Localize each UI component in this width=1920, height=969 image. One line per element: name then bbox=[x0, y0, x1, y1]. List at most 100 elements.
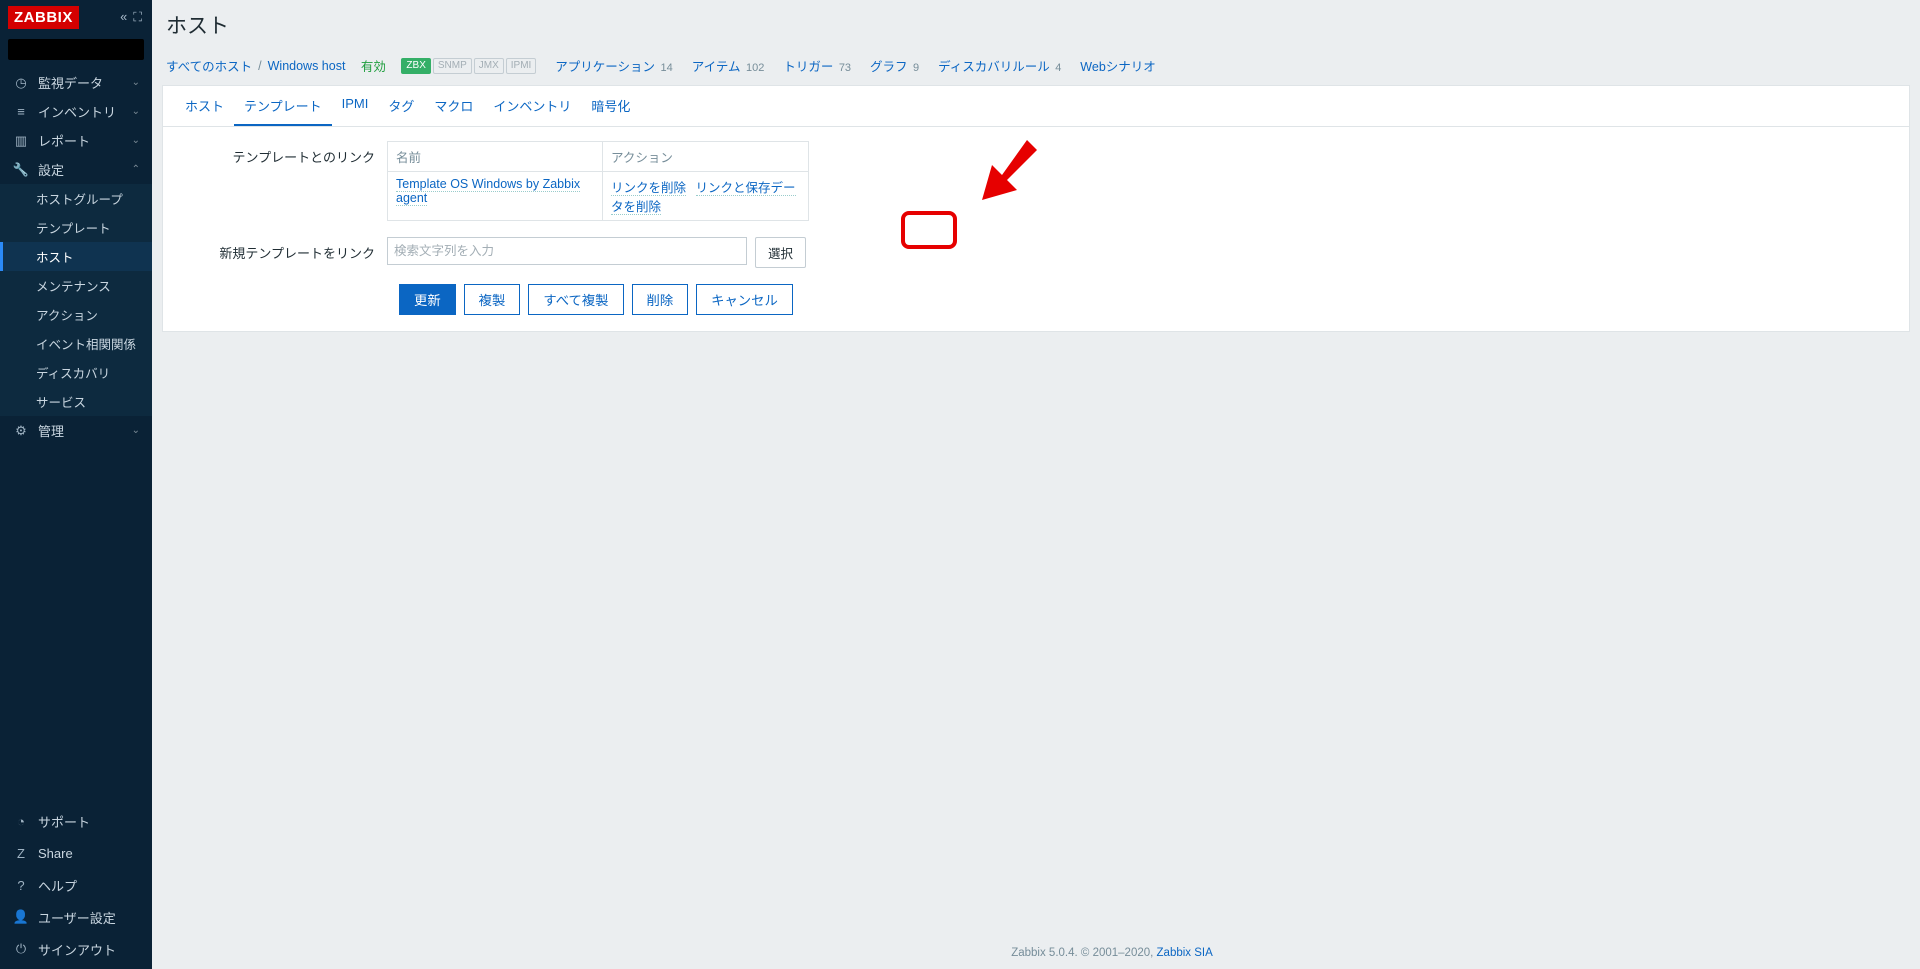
nav-monitoring[interactable]: ◷ 監視データ ⌄ bbox=[0, 68, 152, 97]
link-graphs[interactable]: グラフ 9 bbox=[870, 56, 919, 75]
tab-templates[interactable]: テンプレート bbox=[234, 86, 332, 126]
breadcrumb-host[interactable]: Windows host bbox=[268, 59, 346, 73]
breadcrumb-all-hosts[interactable]: すべてのホスト bbox=[166, 56, 252, 75]
nav-inventory[interactable]: ≡ インベントリ ⌄ bbox=[0, 97, 152, 126]
tab-inventory[interactable]: インベントリ bbox=[483, 86, 581, 126]
footer-text: Zabbix 5.0.4. © 2001–2020, bbox=[1011, 947, 1156, 959]
nav-sub-discovery[interactable]: ディスカバリ bbox=[0, 358, 152, 387]
link-label: アイテム bbox=[692, 60, 741, 74]
template-search-input[interactable] bbox=[392, 240, 742, 262]
badge-jmx: JMX bbox=[474, 58, 504, 74]
page-title: ホスト bbox=[152, 0, 1920, 48]
nav-user-settings[interactable]: 👤ユーザー設定 bbox=[0, 901, 152, 933]
full-clone-button[interactable]: すべて複製 bbox=[528, 284, 623, 315]
link-label: グラフ bbox=[870, 60, 908, 74]
tab-host[interactable]: ホスト bbox=[175, 86, 234, 126]
nav-configuration[interactable]: 🔧 設定 ⌃ bbox=[0, 155, 152, 184]
label-link-new-template: 新規テンプレートをリンク bbox=[177, 237, 387, 262]
tabs: ホスト テンプレート IPMI タグ マクロ インベントリ 暗号化 bbox=[163, 86, 1909, 127]
status-badge: 有効 bbox=[361, 56, 386, 75]
template-multiselect[interactable] bbox=[387, 237, 747, 265]
user-icon: 👤 bbox=[12, 909, 30, 925]
form-panel: ホスト テンプレート IPMI タグ マクロ インベントリ 暗号化 テンプレート… bbox=[162, 85, 1910, 332]
nav-sub-actions[interactable]: アクション bbox=[0, 300, 152, 329]
nav-help[interactable]: ?ヘルプ bbox=[0, 869, 152, 901]
gear-icon: ⚙ bbox=[12, 423, 30, 439]
breadcrumb-separator: / bbox=[258, 59, 261, 73]
tab-tags[interactable]: タグ bbox=[378, 86, 424, 126]
footer-link[interactable]: Zabbix SIA bbox=[1157, 947, 1213, 959]
update-button[interactable]: 更新 bbox=[399, 284, 456, 315]
popout-icon[interactable]: ⛶ bbox=[131, 8, 144, 27]
nav-support[interactable]: ◔サポート bbox=[0, 805, 152, 837]
chevron-up-icon: ⌃ bbox=[132, 164, 140, 175]
link-triggers[interactable]: トリガー 73 bbox=[783, 56, 851, 75]
tab-macros[interactable]: マクロ bbox=[424, 86, 483, 126]
nav-sub-label: ホストグループ bbox=[36, 189, 123, 208]
search-box[interactable]: 🔍 bbox=[8, 39, 144, 60]
select-button[interactable]: 選択 bbox=[755, 237, 806, 268]
form-area: テンプレートとのリンク 名前 アクション Template OS Windows… bbox=[163, 127, 1909, 331]
nav-reports[interactable]: ▥ レポート ⌄ bbox=[0, 126, 152, 155]
link-count: 73 bbox=[839, 62, 851, 74]
nav-sub-label: アクション bbox=[36, 305, 98, 324]
link-label: Webシナリオ bbox=[1080, 60, 1155, 74]
badge-snmp: SNMP bbox=[433, 58, 472, 74]
logo[interactable]: ZABBIX bbox=[8, 6, 79, 29]
nav-label: Share bbox=[38, 846, 73, 861]
link-count: 102 bbox=[746, 62, 764, 74]
chevron-down-icon: ⌄ bbox=[132, 425, 140, 436]
nav-sub-label: イベント相関関係 bbox=[36, 334, 136, 353]
link-label: アプリケーション bbox=[555, 60, 655, 74]
tab-encryption[interactable]: 暗号化 bbox=[581, 86, 640, 126]
action-buttons: 更新 複製 すべて複製 削除 キャンセル bbox=[399, 284, 1895, 315]
nav-label: レポート bbox=[38, 131, 90, 150]
nav-sub-templates[interactable]: テンプレート bbox=[0, 213, 152, 242]
sidebar: ZABBIX « ⛶ 🔍 ◷ 監視データ ⌄ ≡ インベントリ ⌄ bbox=[0, 0, 152, 969]
host-subnav: すべてのホスト / Windows host 有効 ZBX SNMP JMX I… bbox=[152, 48, 1920, 85]
nav-sub-label: ディスカバリ bbox=[36, 363, 110, 382]
nav-label: サポート bbox=[38, 812, 90, 831]
collapse-icon[interactable]: « bbox=[118, 8, 129, 27]
cancel-button[interactable]: キャンセル bbox=[696, 284, 793, 315]
nav-sub-services[interactable]: サービス bbox=[0, 387, 152, 416]
chevron-down-icon: ⌄ bbox=[132, 106, 140, 117]
nav-sub-label: ホスト bbox=[36, 247, 74, 266]
nav-sub-hosts[interactable]: ホスト bbox=[0, 242, 152, 271]
unlink-link[interactable]: リンクを削除 bbox=[611, 181, 686, 196]
help-icon: ? bbox=[12, 878, 30, 893]
link-applications[interactable]: アプリケーション 14 bbox=[555, 56, 673, 75]
link-discovery-rules[interactable]: ディスカバリルール 4 bbox=[938, 56, 1061, 75]
delete-button[interactable]: 削除 bbox=[632, 284, 689, 315]
share-icon: Z bbox=[12, 846, 30, 861]
badge-zbx: ZBX bbox=[401, 58, 430, 74]
col-header-name: 名前 bbox=[388, 142, 603, 172]
link-items[interactable]: アイテム 102 bbox=[692, 56, 765, 75]
nav-signout[interactable]: ⏻サインアウト bbox=[0, 933, 152, 965]
link-count: 14 bbox=[661, 62, 673, 74]
nav-sub-label: サービス bbox=[36, 392, 86, 411]
power-icon: ⏻ bbox=[12, 941, 30, 957]
nav-sub-event-correlation[interactable]: イベント相関関係 bbox=[0, 329, 152, 358]
nav-sub-maintenance[interactable]: メンテナンス bbox=[0, 271, 152, 300]
label-linked-templates: テンプレートとのリンク bbox=[177, 141, 387, 166]
link-web-scenarios[interactable]: Webシナリオ bbox=[1080, 56, 1155, 75]
nav-administration[interactable]: ⚙ 管理 ⌄ bbox=[0, 416, 152, 445]
badge-ipmi: IPMI bbox=[506, 58, 537, 74]
footer: Zabbix 5.0.4. © 2001–2020, Zabbix SIA bbox=[304, 937, 1920, 969]
nav-share[interactable]: Z Share bbox=[0, 837, 152, 869]
chevron-down-icon: ⌄ bbox=[132, 135, 140, 146]
interface-badges: ZBX SNMP JMX IPMI bbox=[401, 58, 536, 74]
nav-sub-label: テンプレート bbox=[36, 218, 111, 237]
nav-sub-label: メンテナンス bbox=[36, 276, 111, 295]
main-nav: ◷ 監視データ ⌄ ≡ インベントリ ⌄ ▥ レポート ⌄ 🔧 設定 ⌃ ホスト… bbox=[0, 68, 152, 805]
tab-ipmi[interactable]: IPMI bbox=[332, 86, 379, 126]
link-count: 9 bbox=[913, 62, 919, 74]
nav-sub-hostgroups[interactable]: ホストグループ bbox=[0, 184, 152, 213]
main-content: ホスト すべてのホスト / Windows host 有効 ZBX SNMP J… bbox=[152, 0, 1920, 969]
nav-label: インベントリ bbox=[38, 102, 116, 121]
search-input[interactable] bbox=[14, 43, 169, 57]
linked-template-name[interactable]: Template OS Windows by Zabbix agent bbox=[396, 177, 580, 206]
clone-button[interactable]: 複製 bbox=[464, 284, 521, 315]
chevron-down-icon: ⌄ bbox=[132, 77, 140, 88]
